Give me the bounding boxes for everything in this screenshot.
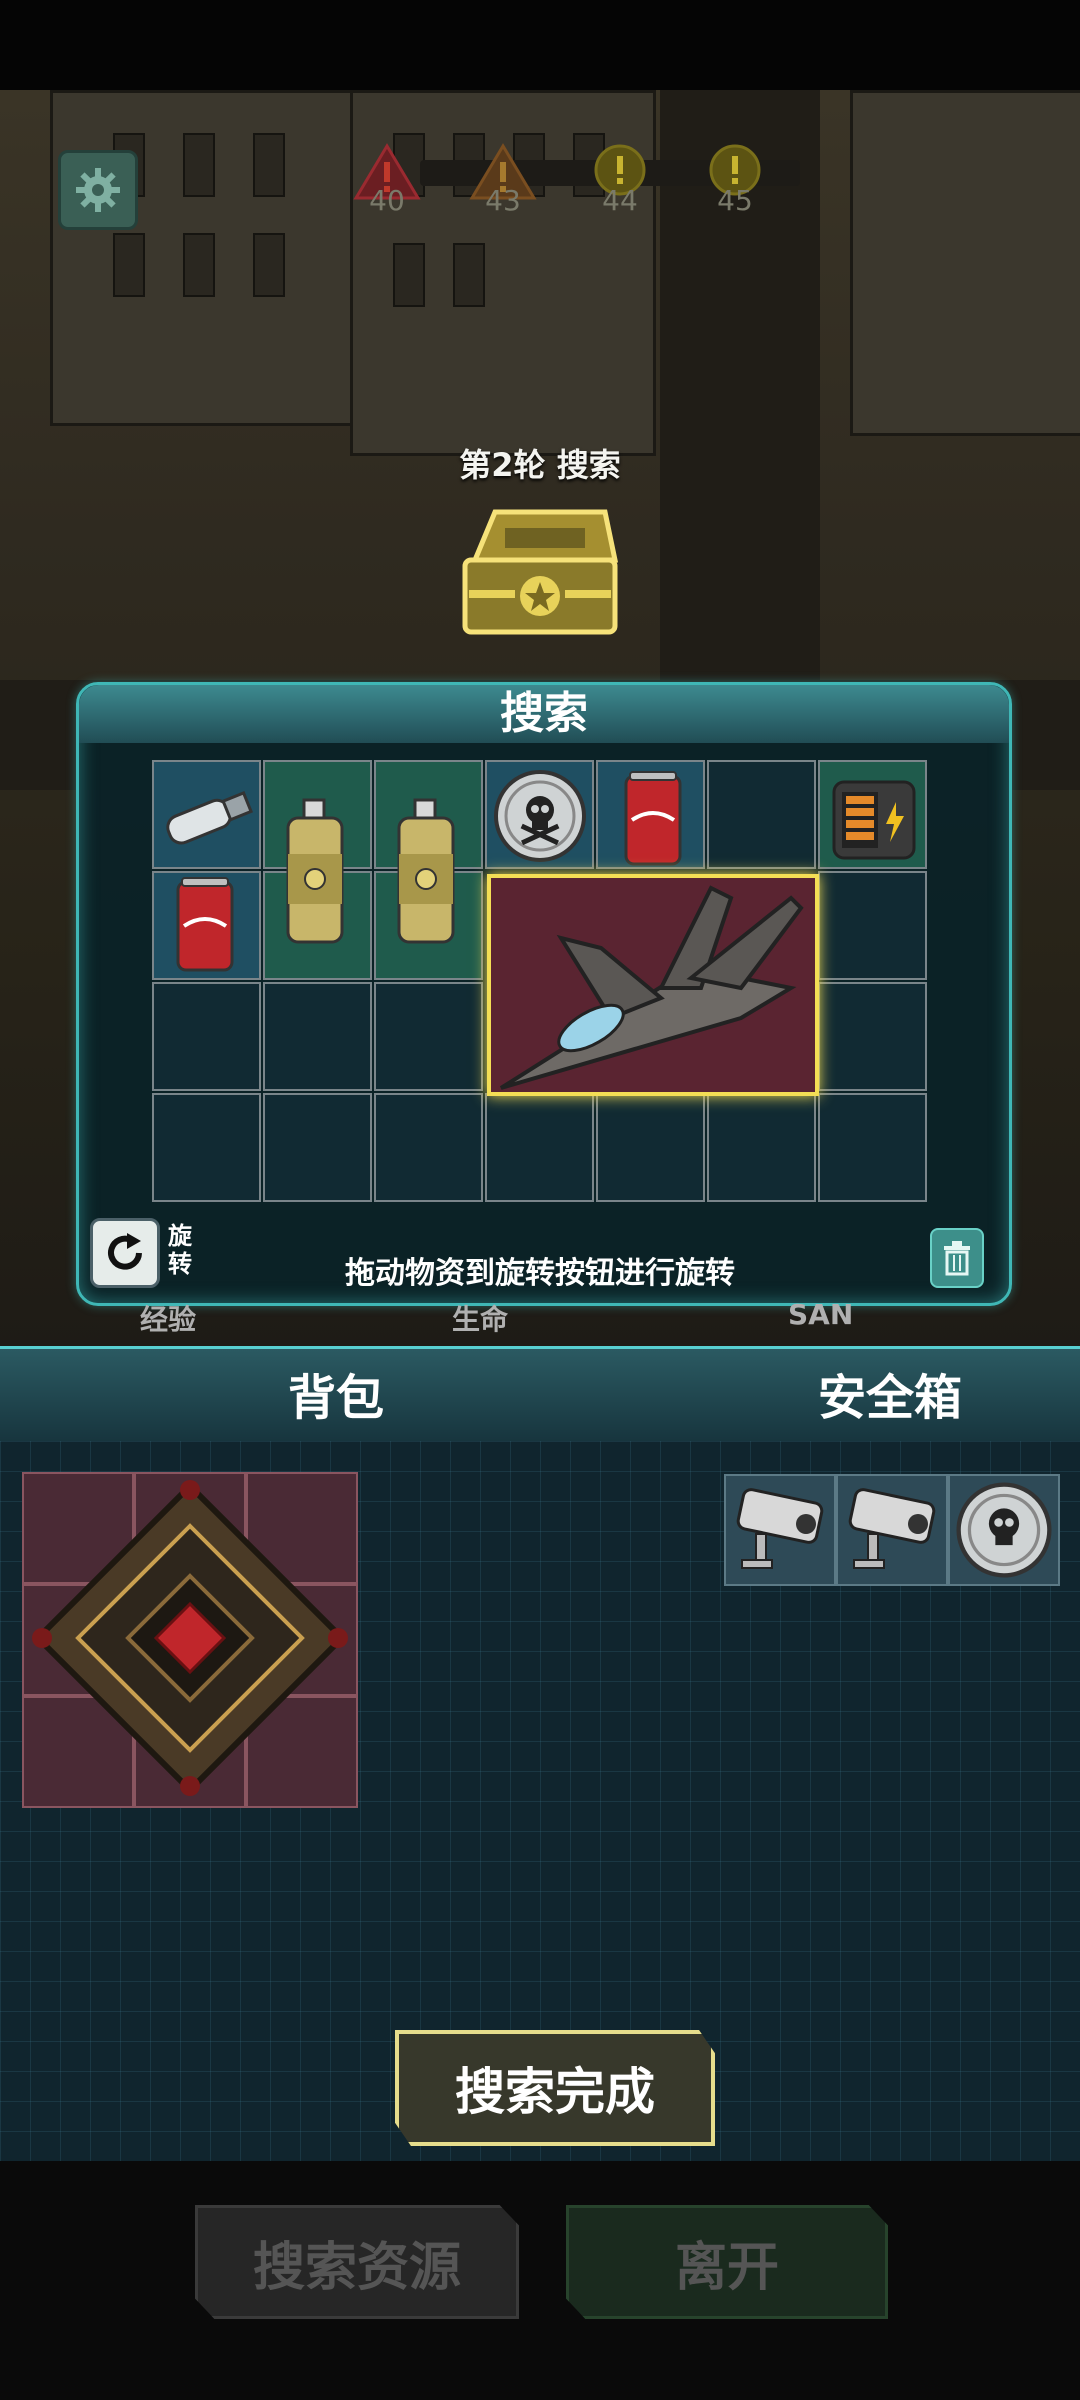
grid-cell[interactable] [596, 1093, 705, 1202]
camera-icon [848, 1488, 936, 1569]
grid-cell[interactable] [818, 871, 927, 980]
wave-number: 45 [717, 184, 753, 217]
item-usb-drive[interactable] [158, 782, 258, 852]
grid-cell[interactable] [818, 982, 927, 1091]
stat-label-hp: 生命 [452, 1303, 509, 1336]
safe-box-cell[interactable] [724, 1474, 836, 1586]
wave-marker: 40 [352, 142, 422, 217]
camera-icon [736, 1488, 824, 1569]
settings-button[interactable] [58, 150, 138, 230]
treasure-chest-icon [455, 500, 625, 640]
leave-button[interactable]: 离开 [566, 2205, 888, 2319]
grid-cell[interactable] [263, 1093, 372, 1202]
wave-marker: 45 [700, 142, 770, 217]
building-right [850, 90, 1080, 436]
stat-label-exp: 经验 [140, 1303, 197, 1336]
building-left [50, 90, 356, 426]
grid-cell[interactable] [485, 1093, 594, 1202]
usb-drive-icon [166, 790, 254, 845]
safe-box-grid [724, 1474, 1060, 1586]
item-fighter-jet[interactable] [487, 874, 819, 1096]
wave-marker: 43 [468, 142, 538, 217]
search-panel-title: 搜索 [79, 685, 1009, 743]
rotate-hint: 拖动物资到旋转按钮进行旋转 [345, 1256, 735, 1291]
grid-cell[interactable] [818, 1093, 927, 1202]
item-cola-can[interactable] [172, 874, 238, 974]
spray-can-icon [397, 798, 455, 944]
round-title: 第2轮 搜索 [459, 446, 621, 484]
item-spray-can[interactable] [280, 796, 350, 946]
grid-cell[interactable] [152, 982, 261, 1091]
grid-cell[interactable] [707, 1093, 816, 1202]
wave-number: 43 [485, 184, 521, 217]
skull-coin-icon [956, 1482, 1052, 1578]
gear-icon [76, 168, 120, 212]
safe-box-title: 安全箱 [818, 1370, 963, 1426]
skull-coin-icon [494, 770, 586, 862]
backpack-title: 背包 [288, 1370, 385, 1426]
battery-box-icon [832, 780, 916, 860]
search-resources-button[interactable]: 搜索资源 [195, 2205, 519, 2319]
wave-number: 40 [369, 184, 405, 217]
grid-cell[interactable] [374, 1093, 483, 1202]
stat-label-san: SAN [788, 1298, 854, 1331]
grid-cell[interactable] [152, 1093, 261, 1202]
item-skull-coin[interactable] [490, 766, 590, 866]
fighter-jet-icon [499, 885, 804, 1090]
trash-icon [944, 1241, 970, 1276]
item-spray-can[interactable] [391, 796, 461, 946]
wave-marker: 44 [585, 142, 655, 217]
cola-can-icon [624, 771, 682, 866]
item-circuit-core[interactable] [28, 1476, 352, 1800]
wave-number: 44 [602, 184, 638, 217]
item-battery-box[interactable] [826, 772, 922, 868]
backpack-grid [22, 1472, 358, 1808]
status-bar [0, 0, 1080, 90]
spray-can-icon [286, 798, 344, 944]
grid-cell[interactable] [263, 982, 372, 1091]
safe-box-cell[interactable] [836, 1474, 948, 1586]
grid-cell[interactable] [374, 982, 483, 1091]
grid-cell[interactable] [707, 760, 816, 869]
trash-button[interactable] [930, 1228, 984, 1288]
cola-can-icon [176, 877, 234, 972]
safe-box-cell[interactable] [948, 1474, 1060, 1586]
search-complete-button[interactable]: 搜索完成 [395, 2030, 715, 2146]
item-cola-can[interactable] [620, 768, 686, 868]
bottom-action-bar [0, 2161, 1080, 2400]
circuit-core-icon [32, 1480, 348, 1796]
